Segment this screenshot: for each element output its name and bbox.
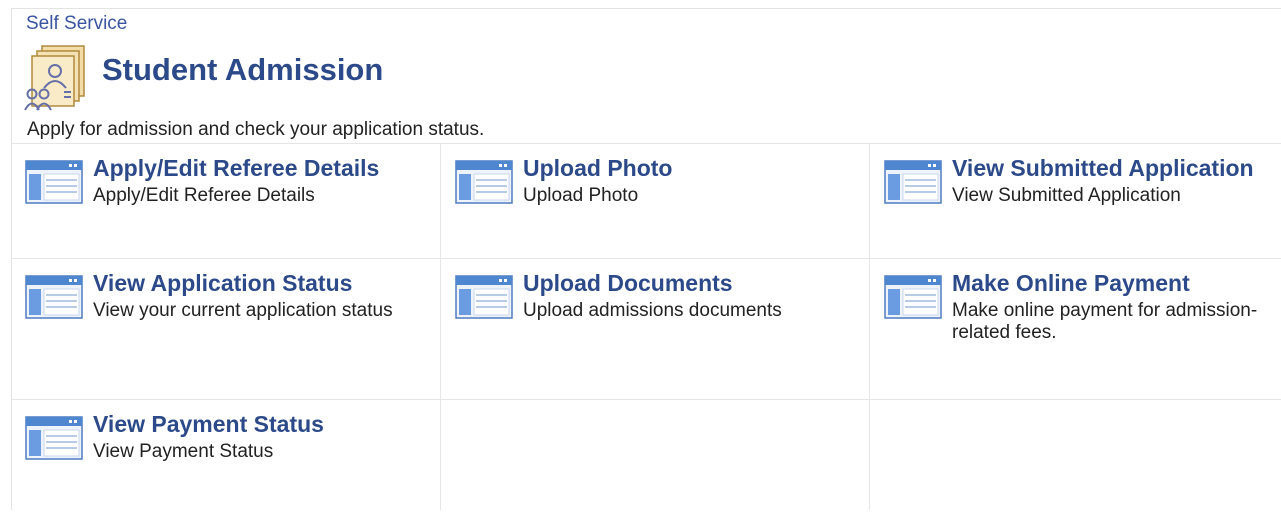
tile-item[interactable]: Upload Documents Upload admissions docume… [455,270,875,380]
page-icon[interactable] [884,160,942,204]
tile-item[interactable]: View Payment Status View Payment Status [25,411,445,521]
tile-title-link[interactable]: View Payment Status [93,411,324,438]
tile-item[interactable]: View Submitted Application View Submitted… [884,155,1281,265]
tile-description: View Payment Status [93,441,274,462]
tile-item[interactable]: Apply/Edit Referee Details Apply/Edit Ref… [25,155,445,265]
tile-title-link[interactable]: Upload Documents [523,270,733,297]
tile-item[interactable]: Upload Photo Upload Photo [455,155,875,265]
grid-divider [12,399,1281,400]
page-icon[interactable] [25,416,83,460]
tile-title-link[interactable]: Upload Photo [523,155,672,182]
tile-description: View your current application status [93,300,393,321]
page-icon[interactable] [455,160,513,204]
student-admission-icon [24,45,85,111]
tile-description: Upload Photo [523,185,639,206]
breadcrumb[interactable]: Self Service [26,13,127,35]
page-icon[interactable] [25,275,83,319]
tile-item[interactable]: View Application Status View your current… [25,270,445,380]
tile-description: Make online payment for admission-relate… [952,300,1258,343]
tile-title-link[interactable]: View Application Status [93,270,352,297]
tile-title-link[interactable]: Apply/Edit Referee Details [93,155,379,182]
page-icon[interactable] [25,160,83,204]
page-title: Student Admission [102,52,384,87]
tile-description: View Submitted Application [952,185,1181,206]
tile-title-link[interactable]: Make Online Payment [952,270,1190,297]
tile-description: Apply/Edit Referee Details [93,185,315,206]
page-icon[interactable] [884,275,942,319]
page-description: Apply for admission and check your appli… [27,119,485,140]
tile-description: Upload admissions documents [523,300,782,321]
tile-item[interactable]: Make Online Payment Make online payment f… [884,270,1281,380]
page-icon[interactable] [455,275,513,319]
tile-title-link[interactable]: View Submitted Application [952,155,1254,182]
